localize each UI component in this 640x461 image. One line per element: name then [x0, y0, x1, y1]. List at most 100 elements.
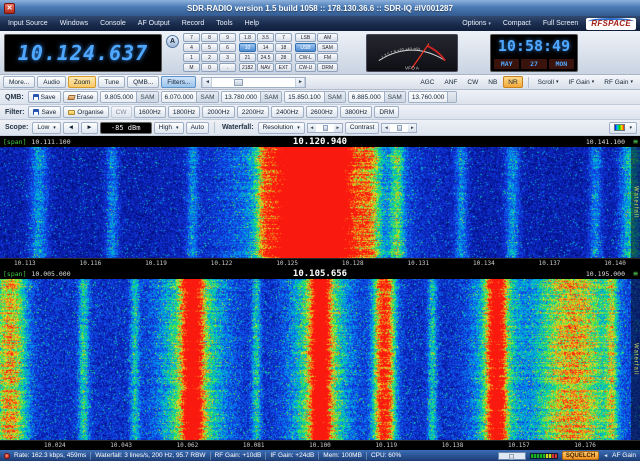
- contrast-button[interactable]: Contrast: [345, 122, 380, 134]
- mode-fm[interactable]: FM: [317, 53, 338, 62]
- band-18[interactable]: 18: [275, 43, 292, 52]
- filter-2400hz[interactable]: 2400Hz: [271, 106, 303, 118]
- band-2182[interactable]: 2182: [239, 63, 256, 72]
- filter-drm[interactable]: DRM: [374, 106, 399, 118]
- contrast-slider-thumb[interactable]: [397, 125, 402, 131]
- qmb-memory-1[interactable]: 9.805.000 SAM: [100, 91, 158, 103]
- slider-right-arrow-icon[interactable]: ►: [334, 124, 342, 132]
- rf-gain-dropdown[interactable]: RF Gain ▾: [600, 76, 637, 88]
- anf-toggle[interactable]: ANF: [440, 76, 461, 88]
- qmb-erase-button[interactable]: Erase: [63, 91, 99, 103]
- menu-compact[interactable]: Compact: [497, 16, 537, 31]
- slider-left-arrow-icon[interactable]: ◄: [382, 124, 390, 132]
- mode-am[interactable]: AM: [317, 33, 338, 42]
- keypad-digit-9[interactable]: 9: [219, 33, 236, 42]
- keypad-digit-6[interactable]: 6: [219, 43, 236, 52]
- keypad-digit-8[interactable]: 8: [201, 33, 218, 42]
- organise-button[interactable]: Organise: [63, 106, 108, 118]
- frequency-display[interactable]: 10.124.637: [4, 34, 162, 72]
- waterfall2-side-tab[interactable]: Waterfall: [631, 279, 640, 440]
- keypad-digit-2[interactable]: 2: [201, 53, 218, 62]
- menu-options[interactable]: Options ▾: [456, 16, 497, 31]
- more-button[interactable]: More...: [3, 76, 35, 88]
- resolution-dropdown[interactable]: Resolution ▾: [258, 122, 305, 134]
- waterfall2-display[interactable]: Waterfall: [0, 279, 640, 440]
- keypad-decimal-button[interactable]: .: [219, 63, 236, 72]
- keypad-digit-4[interactable]: 4: [183, 43, 200, 52]
- menu-record[interactable]: Record: [176, 16, 211, 31]
- band-21[interactable]: 21: [239, 53, 256, 62]
- menu-input-source[interactable]: Input Source: [2, 16, 54, 31]
- contrast-slider[interactable]: ◄ ►: [381, 123, 417, 133]
- band-14[interactable]: 14: [257, 43, 274, 52]
- mode-usb[interactable]: USB: [295, 43, 316, 52]
- waterfall1-side-tab[interactable]: Waterfall: [631, 147, 640, 258]
- waterfall1-canvas[interactable]: [0, 147, 640, 258]
- zoom-button[interactable]: Zoom: [68, 76, 97, 88]
- qmb-memory-2[interactable]: 6.070.000 SAM: [161, 91, 219, 103]
- keypad-digit-5[interactable]: 5: [201, 43, 218, 52]
- menu-help[interactable]: Help: [239, 16, 265, 31]
- mode-lsb[interactable]: LSB: [295, 33, 316, 42]
- qmb-memory-6[interactable]: 13.760.000: [408, 91, 458, 103]
- filter-1800hz[interactable]: 1800Hz: [168, 106, 200, 118]
- filter-2600hz[interactable]: 2600Hz: [306, 106, 338, 118]
- resolution-slider-thumb[interactable]: [323, 125, 328, 131]
- audio-button[interactable]: Audio: [37, 76, 66, 88]
- qmb-memory-5[interactable]: 6.885.000 SAM: [348, 91, 406, 103]
- band-24-5[interactable]: 24.5: [257, 53, 274, 62]
- mode-drm[interactable]: DRM: [317, 63, 338, 72]
- palette-button[interactable]: ▾: [609, 122, 637, 134]
- tuning-slider-track[interactable]: [212, 78, 295, 87]
- keypad-memory-button[interactable]: M: [183, 63, 200, 72]
- resolution-slider-track[interactable]: [316, 124, 334, 132]
- menu-windows[interactable]: Windows: [54, 16, 94, 31]
- scope-step-up-button[interactable]: ►: [81, 122, 97, 134]
- keypad-digit-1[interactable]: 1: [183, 53, 200, 62]
- band-1-8[interactable]: 1.8: [239, 33, 256, 42]
- if-gain-dropdown[interactable]: IF Gain ▾: [564, 76, 598, 88]
- band-7[interactable]: 7: [275, 33, 292, 42]
- band-10[interactable]: 10: [239, 43, 256, 52]
- filter-save-button[interactable]: Save: [28, 106, 61, 118]
- menu-tools[interactable]: Tools: [210, 16, 238, 31]
- filter-2000hz[interactable]: 2000Hz: [202, 106, 234, 118]
- keypad-digit-3[interactable]: 3: [219, 53, 236, 62]
- filter-cw-button[interactable]: CW: [111, 106, 132, 118]
- nb-toggle[interactable]: NB: [484, 76, 501, 88]
- slider-right-arrow-icon[interactable]: ►: [408, 124, 416, 132]
- filter-1600hz[interactable]: 1600Hz: [134, 106, 166, 118]
- keypad-digit-7[interactable]: 7: [183, 33, 200, 42]
- cw-toggle[interactable]: CW: [463, 76, 482, 88]
- qmb-button[interactable]: QMB...: [127, 76, 159, 88]
- slider-right-arrow-icon[interactable]: ►: [295, 78, 305, 87]
- slider-left-arrow-icon[interactable]: ◄: [202, 78, 212, 87]
- scope-step-down-button[interactable]: ◄: [63, 122, 79, 134]
- af-gain-arrow-icon[interactable]: ◄: [603, 453, 608, 459]
- scope-high-dropdown[interactable]: High ▾: [154, 122, 184, 134]
- scroll-dropdown[interactable]: Scroll ▾: [534, 76, 563, 88]
- band-28[interactable]: 28: [275, 53, 292, 62]
- volume-slider[interactable]: [498, 452, 526, 460]
- slider-left-arrow-icon[interactable]: ◄: [308, 124, 316, 132]
- keypad-digit-0[interactable]: 0: [201, 63, 218, 72]
- waterfall2-canvas[interactable]: [0, 279, 640, 440]
- nr-toggle[interactable]: NR: [503, 76, 522, 88]
- panel-menu-icon[interactable]: ≡: [633, 270, 638, 278]
- contrast-slider-track[interactable]: [390, 124, 408, 132]
- filter-3800hz[interactable]: 3800Hz: [340, 106, 372, 118]
- waterfall1-display[interactable]: Waterfall: [0, 147, 640, 258]
- agc-toggle[interactable]: AGC: [416, 76, 438, 88]
- tuning-slider-thumb[interactable]: [234, 79, 243, 86]
- tuning-slider[interactable]: ◄ ►: [201, 77, 306, 88]
- filters-button[interactable]: Filters...: [161, 76, 196, 88]
- qmb-memory-3[interactable]: 13.780.000 SAM: [221, 91, 283, 103]
- scope-auto-button[interactable]: Auto: [186, 122, 209, 134]
- filter-2200hz[interactable]: 2200Hz: [237, 106, 269, 118]
- volume-slider-track[interactable]: [499, 453, 525, 459]
- band-ext[interactable]: EXT: [275, 63, 292, 72]
- resolution-slider[interactable]: ◄ ►: [307, 123, 343, 133]
- mode-cw-u[interactable]: CW-U: [295, 63, 316, 72]
- menu-console[interactable]: Console: [94, 16, 132, 31]
- mode-sam[interactable]: SAM: [317, 43, 338, 52]
